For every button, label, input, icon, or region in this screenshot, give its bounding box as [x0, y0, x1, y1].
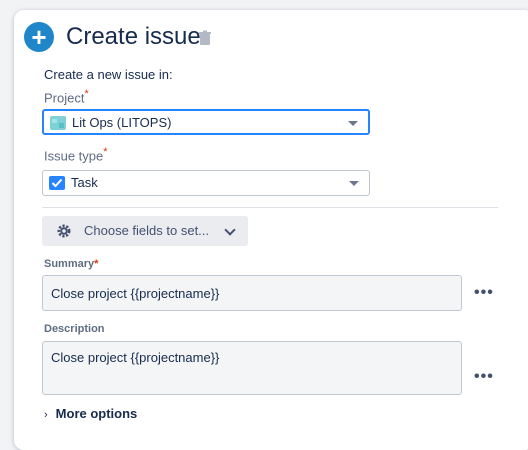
- description-value: Close project {{projectname}}: [51, 350, 220, 365]
- project-selected-value: Lit Ops (LITOPS): [72, 115, 172, 130]
- choose-fields-label: Choose fields to set...: [84, 223, 210, 238]
- page-title: Create issue: [66, 23, 201, 50]
- summary-label: Summary*: [44, 258, 98, 270]
- description-more-button[interactable]: •••: [474, 368, 494, 386]
- issue-type-label-text: Issue type: [44, 148, 104, 164]
- chevron-down-icon: [349, 181, 359, 186]
- required-mark: *: [103, 146, 108, 158]
- required-mark: *: [94, 258, 99, 270]
- task-checkbox-icon: [49, 176, 65, 190]
- gear-icon: [57, 224, 71, 238]
- intro-text: Create a new issue in:: [44, 67, 173, 82]
- summary-label-text: Summary: [44, 258, 95, 270]
- project-avatar-icon: [50, 116, 66, 130]
- chevron-right-icon: ›: [44, 409, 48, 421]
- chevron-down-icon: [224, 224, 236, 236]
- project-label: Project*: [44, 88, 89, 105]
- plus-circle-icon: +: [24, 22, 54, 52]
- more-options-label: More options: [55, 406, 138, 421]
- choose-fields-button[interactable]: Choose fields to set...: [42, 216, 248, 246]
- divider: [42, 207, 498, 208]
- required-mark: *: [84, 88, 89, 100]
- project-select[interactable]: Lit Ops (LITOPS): [42, 109, 370, 135]
- description-label: Description: [44, 323, 105, 335]
- chevron-down-icon: [348, 121, 358, 126]
- summary-value: Close project {{projectname}}: [51, 286, 220, 301]
- issue-type-label: Issue type*: [44, 146, 107, 163]
- issue-type-select[interactable]: Task: [42, 170, 370, 196]
- description-textarea[interactable]: Close project {{projectname}}: [42, 341, 462, 395]
- summary-more-button[interactable]: •••: [474, 284, 494, 302]
- summary-input[interactable]: Close project {{projectname}}: [42, 275, 462, 311]
- project-label-text: Project: [44, 90, 85, 106]
- more-options-toggle[interactable]: › More options: [44, 406, 137, 421]
- trash-icon[interactable]: [198, 30, 212, 46]
- issue-type-selected-value: Task: [71, 175, 98, 190]
